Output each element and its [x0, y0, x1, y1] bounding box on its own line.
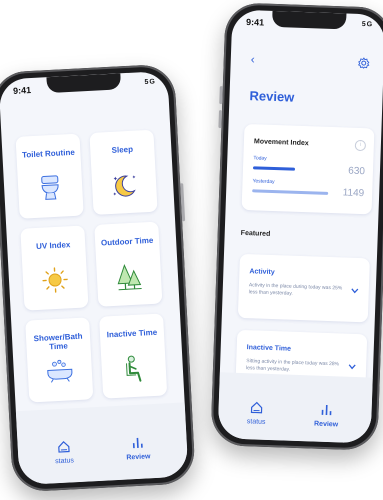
- phone-status-screen: 9:41 5G Toilet Routine Sleep ✦ ✦ ✦ UV In…: [0, 63, 196, 493]
- today-label: Today: [253, 155, 267, 162]
- card-sleep[interactable]: Sleep ✦ ✦ ✦: [89, 129, 158, 215]
- svg-text:✦: ✦: [113, 192, 118, 198]
- bathtub-icon: [47, 359, 73, 383]
- volume-up-button: [219, 86, 223, 105]
- back-button[interactable]: ‹: [251, 52, 255, 66]
- featured-title: Activity: [249, 268, 275, 277]
- card-toilet-routine[interactable]: Toilet Routine: [15, 133, 84, 219]
- chevron-down-icon[interactable]: [351, 288, 359, 294]
- tab-bar: status Review: [15, 402, 189, 486]
- today-bar: [252, 166, 296, 171]
- settings-gear-icon[interactable]: [357, 57, 370, 69]
- tab-review[interactable]: Review: [107, 434, 168, 462]
- toilet-icon: [41, 175, 59, 200]
- featured-activity-card[interactable]: Activity Activity in the place during to…: [237, 253, 370, 323]
- yesterday-label: Yesterday: [252, 178, 275, 186]
- seated-person-icon: [126, 355, 142, 382]
- trees-icon: [117, 263, 142, 291]
- metric-grid: Toilet Routine Sleep ✦ ✦ ✦ UV Index Outd…: [15, 129, 168, 403]
- tab-label: status: [55, 457, 75, 466]
- card-label: Outdoor Time: [100, 235, 154, 248]
- phone-review-screen: 9:41 5G ‹ Review Movement Index i Today …: [210, 2, 383, 451]
- featured-description: Activity in the place during today was 2…: [248, 282, 343, 297]
- today-value: 630: [348, 165, 366, 178]
- signal-indicator: 5G: [144, 78, 157, 87]
- card-label: Sleep: [111, 144, 134, 155]
- card-uv-index[interactable]: UV Index: [20, 225, 89, 311]
- card-label: UV Index: [35, 240, 71, 251]
- tab-label: Review: [313, 420, 339, 429]
- svg-text:✦: ✦: [113, 176, 118, 183]
- svg-text:✦: ✦: [132, 175, 137, 181]
- moon-stars-icon: ✦ ✦ ✦: [113, 175, 137, 198]
- page-title: Review: [249, 88, 295, 105]
- tab-review[interactable]: Review: [296, 402, 357, 429]
- movement-index-card: Movement Index i Today 630 Yesterday 114…: [241, 123, 375, 215]
- clock: 9:41: [12, 85, 32, 96]
- tab-status[interactable]: status: [226, 400, 287, 427]
- featured-heading: Featured: [240, 229, 271, 238]
- bar-chart-icon: [132, 437, 143, 449]
- card-title: Movement Index: [253, 138, 309, 148]
- status-screen: 9:41 5G Toilet Routine Sleep ✦ ✦ ✦ UV In…: [0, 70, 189, 486]
- yesterday-value: 1149: [342, 187, 365, 200]
- bar-chart-icon: [321, 404, 332, 416]
- status-bar: 9:41 5G: [232, 9, 383, 36]
- card-label: Shower/Bath Time: [33, 331, 83, 352]
- power-button: [180, 183, 186, 222]
- chevron-down-icon[interactable]: [348, 364, 356, 370]
- tab-label: status: [246, 418, 266, 426]
- card-label: Toilet Routine: [21, 147, 75, 160]
- home-icon: [250, 401, 263, 414]
- tab-status[interactable]: status: [33, 438, 94, 466]
- card-label: Inactive Time: [106, 327, 158, 340]
- home-icon: [58, 440, 70, 453]
- volume-down-button: [218, 110, 223, 129]
- review-screen: 9:41 5G ‹ Review Movement Index i Today …: [217, 9, 383, 444]
- card-outdoor-time[interactable]: Outdoor Time: [94, 221, 163, 307]
- card-shower-bath-time[interactable]: Shower/Bath Time: [25, 317, 94, 403]
- tab-bar: status Review: [217, 372, 373, 444]
- tab-label: Review: [126, 453, 151, 462]
- clock: 9:41: [245, 16, 265, 28]
- info-icon[interactable]: i: [354, 139, 367, 152]
- card-inactive-time[interactable]: Inactive Time: [99, 313, 168, 399]
- status-bar: 9:41 5G: [0, 71, 168, 102]
- featured-title: Inactive Time: [246, 344, 292, 353]
- sun-icon: [42, 267, 68, 293]
- signal-indicator: 5G: [361, 20, 374, 29]
- yesterday-bar: [252, 189, 329, 195]
